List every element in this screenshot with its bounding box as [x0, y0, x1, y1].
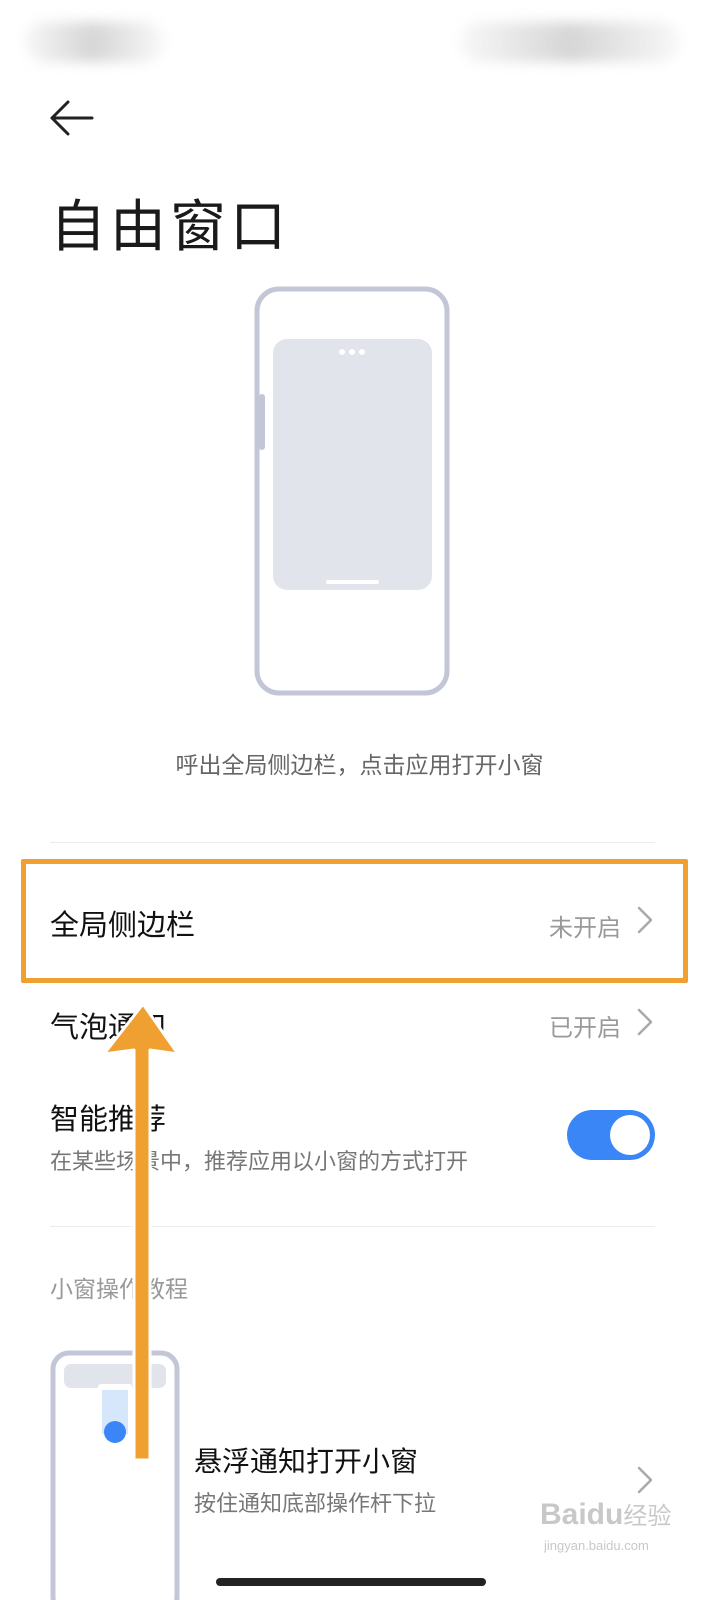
smart-recommendation-toggle[interactable] — [567, 1110, 655, 1160]
tutorial-thumbnail — [50, 1350, 180, 1600]
arrow-left-icon — [50, 100, 94, 136]
bubble-notification-status: 已开启 — [549, 1014, 621, 1042]
status-bar-left-blurred — [24, 22, 164, 62]
watermark-brand: Baidu经验 — [540, 1498, 672, 1531]
illustration-caption: 呼出全局侧边栏，点击应用打开小窗 — [175, 753, 544, 779]
global-sidebar-status: 未开启 — [549, 914, 621, 942]
tutorial-item-title: 悬浮通知打开小窗 — [194, 1445, 419, 1478]
status-bar-right-blurred — [460, 22, 680, 62]
floating-window-illustration — [253, 286, 451, 696]
back-button[interactable] — [44, 96, 100, 140]
toggle-knob — [610, 1115, 650, 1155]
bubble-notification-label: 气泡通知 — [50, 1010, 167, 1044]
tutorial-section-label: 小窗操作教程 — [50, 1277, 188, 1303]
smart-recommendation-description: 在某些场景中，推荐应用以小窗的方式打开 — [50, 1150, 469, 1175]
bubble-notification-setting[interactable]: 气泡通知 已开启 — [50, 984, 655, 1064]
smart-recommendation-label: 智能推荐 — [50, 1102, 167, 1136]
chevron-right-icon — [635, 1006, 655, 1038]
home-indicator[interactable] — [216, 1578, 486, 1586]
watermark-url: jingyan.baidu.com — [544, 1538, 649, 1553]
global-sidebar-label: 全局侧边栏 — [50, 908, 196, 942]
global-sidebar-setting[interactable]: 全局侧边栏 未开启 — [50, 866, 655, 976]
page-title: 自由窗口 — [50, 195, 290, 260]
divider — [50, 1226, 655, 1227]
baidu-jingyan-watermark: Baidu经验 jingyan.baidu.com — [540, 1492, 710, 1568]
smart-recommendation-setting: 智能推荐 在某些场景中，推荐应用以小窗的方式打开 — [50, 1096, 655, 1186]
chevron-right-icon — [635, 904, 655, 936]
divider — [50, 842, 655, 843]
